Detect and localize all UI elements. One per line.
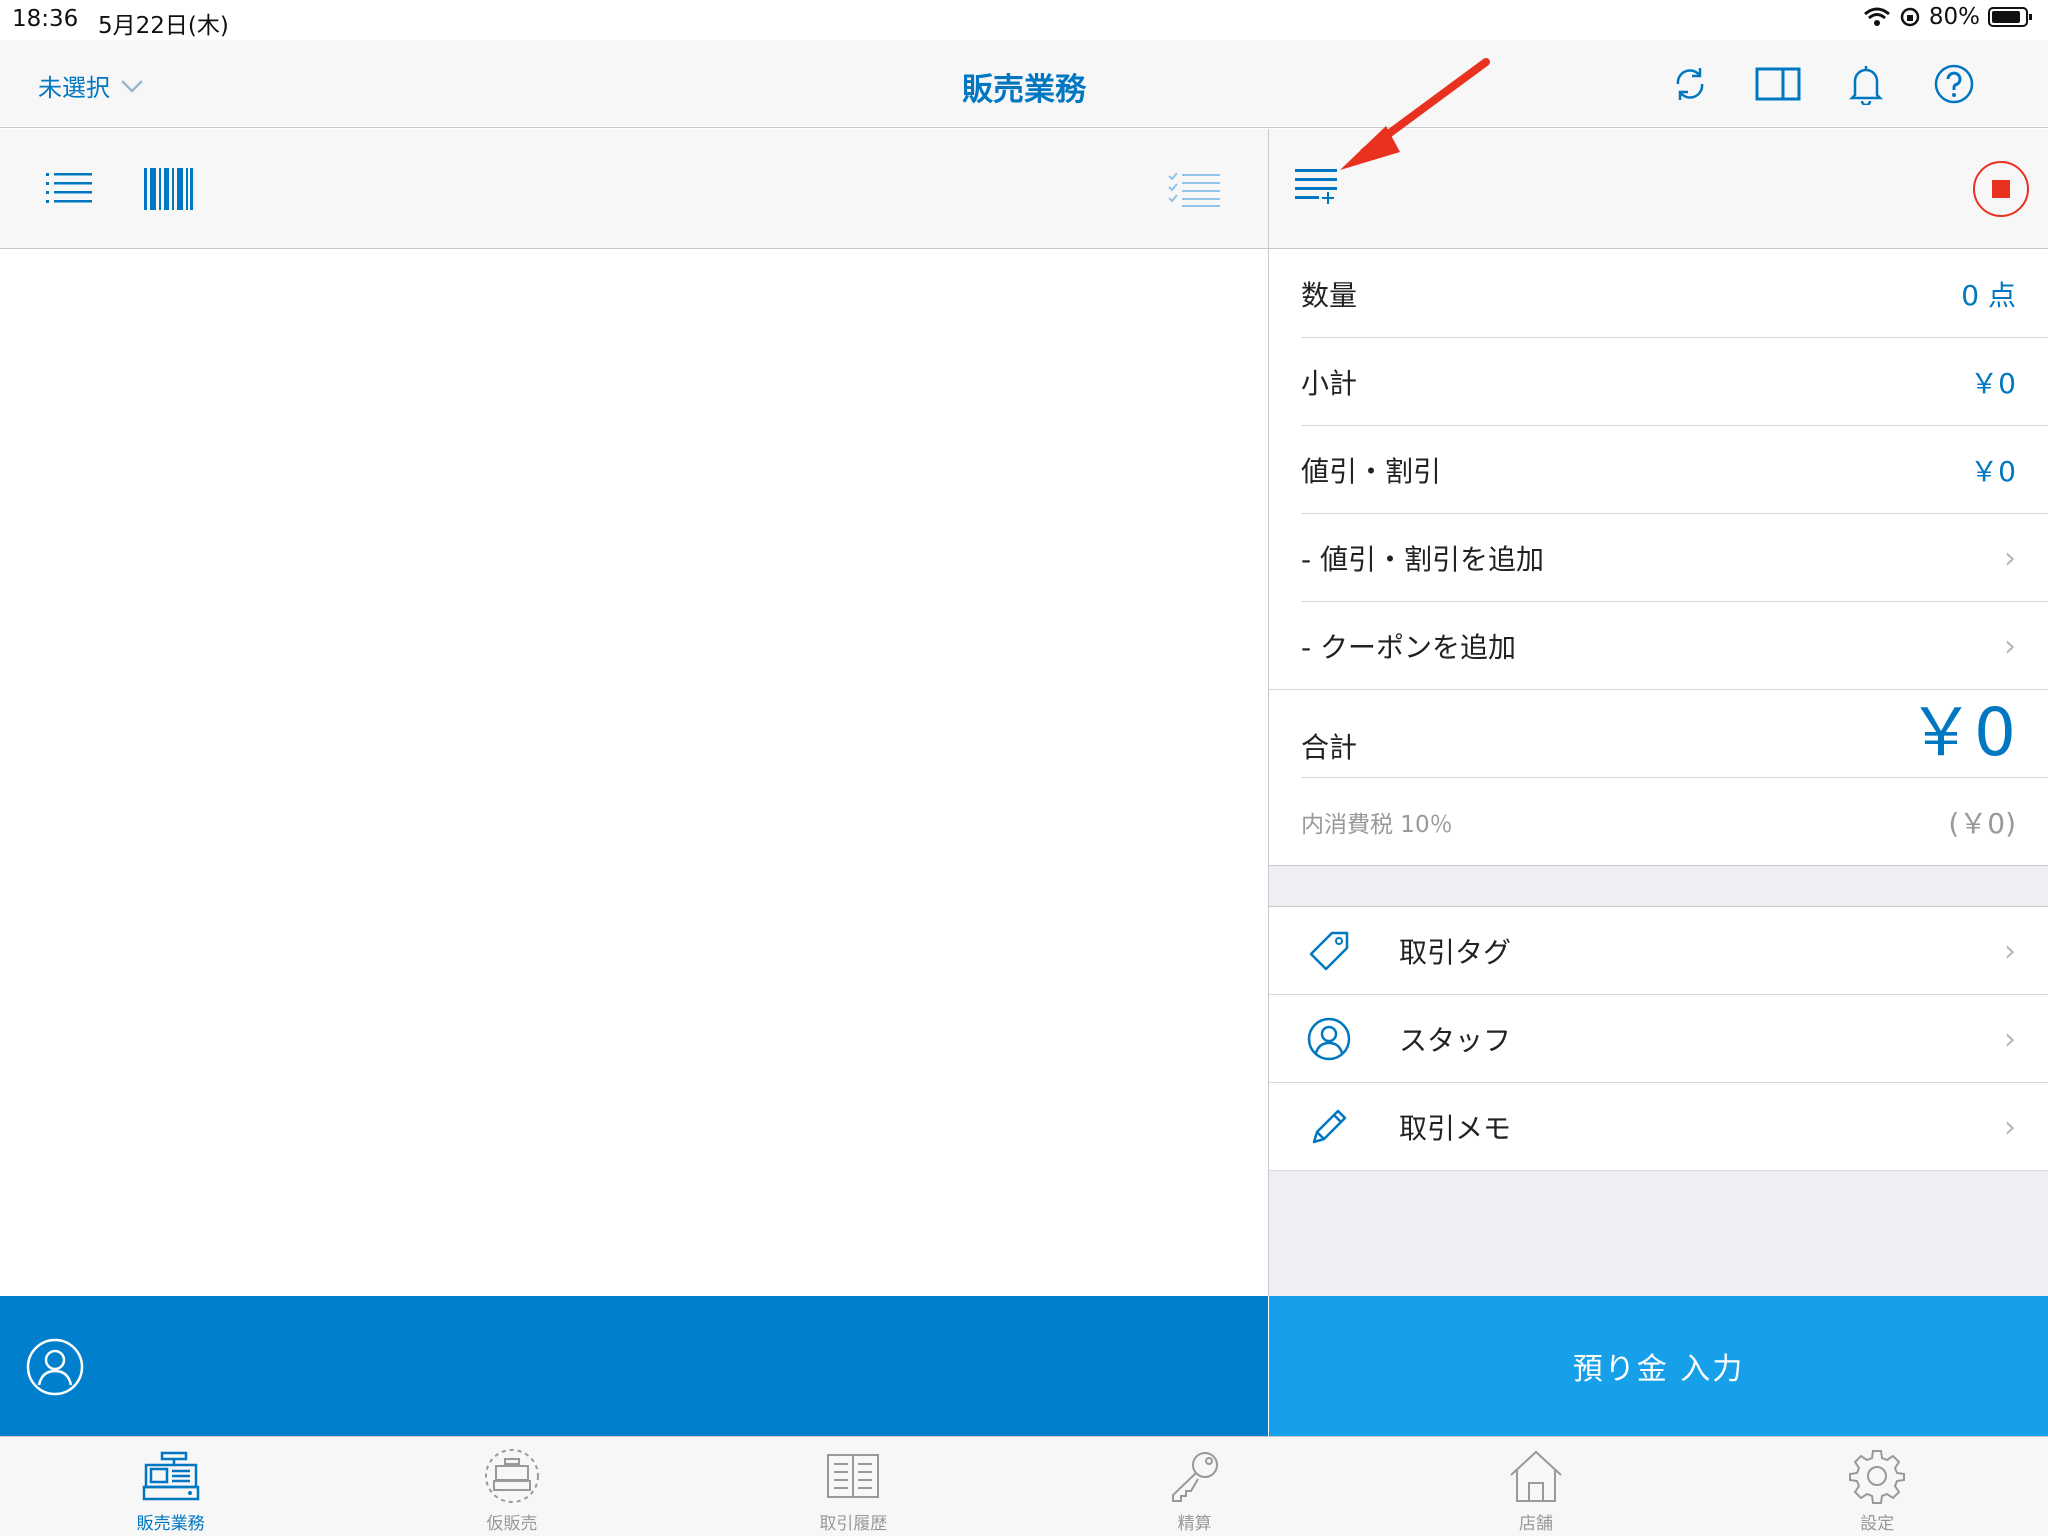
customer-bar bbox=[0, 1296, 1268, 1436]
status-time: 18:36 bbox=[12, 6, 79, 32]
help-button[interactable] bbox=[1930, 60, 1978, 108]
register-icon bbox=[141, 1447, 201, 1505]
add-coupon-label: - クーポンを追加 bbox=[1301, 631, 1517, 664]
summary-panel: 数量 0 点 小計 ￥0 値引・割引 ￥0 - 値引・割引を追加 › - クーポ… bbox=[1269, 250, 2048, 866]
pencil-icon bbox=[1305, 1103, 1353, 1151]
help-icon bbox=[1934, 64, 1974, 104]
list-add-icon bbox=[1295, 169, 1337, 204]
tab-history[interactable]: 取引履歴 bbox=[683, 1437, 1024, 1536]
transaction-memo-label: 取引メモ bbox=[1399, 1112, 1512, 1145]
discount-label: 値引・割引 bbox=[1301, 455, 1442, 488]
customer-button[interactable] bbox=[26, 1338, 84, 1400]
transaction-tag-label: 取引タグ bbox=[1399, 936, 1512, 969]
total-value: ￥0 bbox=[1908, 694, 2016, 771]
store-selector-label: 未選択 bbox=[38, 74, 110, 102]
tab-temp-sale[interactable]: 仮販売 bbox=[341, 1437, 682, 1536]
subtotal-label: 小計 bbox=[1301, 367, 1358, 400]
discount-value: ￥0 bbox=[1970, 455, 2016, 488]
nav-actions bbox=[1666, 60, 1978, 108]
key-icon bbox=[1165, 1447, 1225, 1505]
quantity-row: 数量 0 点 bbox=[1269, 250, 2048, 338]
stop-button[interactable] bbox=[1972, 160, 2030, 222]
list-icon bbox=[46, 173, 92, 203]
split-view-icon bbox=[1755, 67, 1801, 101]
rotation-lock-icon bbox=[1900, 7, 1920, 27]
navigation-bar: 未選択 販売業務 bbox=[0, 40, 2048, 128]
customer-icon bbox=[26, 1338, 84, 1396]
tab-sales[interactable]: 販売業務 bbox=[0, 1437, 341, 1536]
bell-icon bbox=[1849, 66, 1883, 105]
history-icon bbox=[823, 1447, 883, 1505]
add-discount-label: - 値引・割引を追加 bbox=[1301, 543, 1545, 576]
subtotal-value: ￥0 bbox=[1970, 367, 2016, 400]
quantity-value: 0 点 bbox=[1961, 279, 2016, 312]
wifi-icon bbox=[1863, 7, 1890, 26]
sync-icon bbox=[1676, 68, 1704, 100]
split-view-button[interactable] bbox=[1754, 60, 1802, 108]
summary-toolbar bbox=[1269, 129, 2048, 249]
tab-label: 精算 bbox=[1177, 1514, 1212, 1534]
tab-settlement[interactable]: 精算 bbox=[1024, 1437, 1365, 1536]
stop-icon bbox=[1973, 161, 2029, 217]
total-row: 合計 ￥0 bbox=[1269, 690, 2048, 778]
status-date: 5月22日(木) bbox=[98, 13, 229, 39]
subtotal-row: 小計 ￥0 bbox=[1269, 338, 2048, 426]
battery-icon bbox=[1988, 7, 2032, 27]
add-item-list-button[interactable] bbox=[1295, 163, 1341, 213]
tab-bar: 販売業務 仮販売 取引履歴 精算 店舗 設定 bbox=[0, 1436, 2048, 1536]
staff-label: スタッフ bbox=[1399, 1024, 1512, 1057]
store-icon bbox=[1506, 1447, 1566, 1505]
checklist-icon bbox=[1168, 172, 1220, 207]
gear-icon bbox=[1847, 1447, 1907, 1505]
tab-label: 店舗 bbox=[1518, 1514, 1553, 1534]
transaction-memo-row[interactable]: 取引メモ › bbox=[1269, 1083, 2048, 1171]
list-view-button[interactable] bbox=[46, 162, 94, 216]
checklist-button[interactable] bbox=[1168, 162, 1222, 216]
tag-icon bbox=[1305, 927, 1353, 975]
transaction-options: 取引タグ › スタッフ › 取引メモ › bbox=[1269, 906, 2048, 1171]
barcode-button[interactable] bbox=[142, 162, 194, 216]
tab-settings[interactable]: 設定 bbox=[1707, 1437, 2048, 1536]
chevron-right-icon: › bbox=[2004, 1021, 2016, 1057]
tab-label: 販売業務 bbox=[136, 1514, 205, 1534]
staff-row[interactable]: スタッフ › bbox=[1269, 995, 2048, 1083]
deposit-input-button[interactable]: 預り金 入力 bbox=[1269, 1296, 2048, 1436]
quantity-label: 数量 bbox=[1301, 279, 1358, 312]
chevron-down-icon bbox=[121, 79, 143, 93]
tab-label: 設定 bbox=[1860, 1514, 1895, 1534]
total-label: 合計 bbox=[1301, 731, 1358, 764]
add-discount-row[interactable]: - 値引・割引を追加 › bbox=[1269, 514, 2048, 602]
chevron-right-icon: › bbox=[2004, 1109, 2016, 1145]
notification-button[interactable] bbox=[1842, 60, 1890, 108]
sync-button[interactable] bbox=[1666, 60, 1714, 108]
cart-item-list bbox=[0, 250, 1268, 1296]
add-coupon-row[interactable]: - クーポンを追加 › bbox=[1269, 602, 2048, 690]
tax-label: 内消費税 10％ bbox=[1301, 811, 1453, 838]
status-right: 80% bbox=[1863, 4, 2034, 30]
temp-sale-icon bbox=[482, 1447, 542, 1505]
transaction-tag-row[interactable]: 取引タグ › bbox=[1269, 907, 2048, 995]
cart-toolbar bbox=[0, 129, 1268, 249]
staff-icon bbox=[1305, 1015, 1353, 1063]
chevron-right-icon: › bbox=[2004, 933, 2016, 969]
chevron-right-icon: › bbox=[2004, 628, 2016, 664]
tab-label: 取引履歴 bbox=[819, 1514, 888, 1534]
battery-percent: 80% bbox=[1928, 4, 1980, 30]
tab-label: 仮販売 bbox=[486, 1514, 538, 1534]
tab-store[interactable]: 店舗 bbox=[1365, 1437, 1706, 1536]
status-bar: 18:36 5月22日(木) 80% bbox=[0, 0, 2048, 40]
summary-pane: 数量 0 点 小計 ￥0 値引・割引 ￥0 - 値引・割引を追加 › - クーポ… bbox=[1269, 250, 2048, 1296]
barcode-icon bbox=[144, 168, 193, 210]
tax-row: 内消費税 10％ (￥0) bbox=[1269, 778, 2048, 866]
tax-value: (￥0) bbox=[1948, 806, 2016, 840]
chevron-right-icon: › bbox=[2004, 540, 2016, 576]
discount-row: 値引・割引 ￥0 bbox=[1269, 426, 2048, 514]
store-selector[interactable]: 未選択 bbox=[38, 68, 144, 103]
